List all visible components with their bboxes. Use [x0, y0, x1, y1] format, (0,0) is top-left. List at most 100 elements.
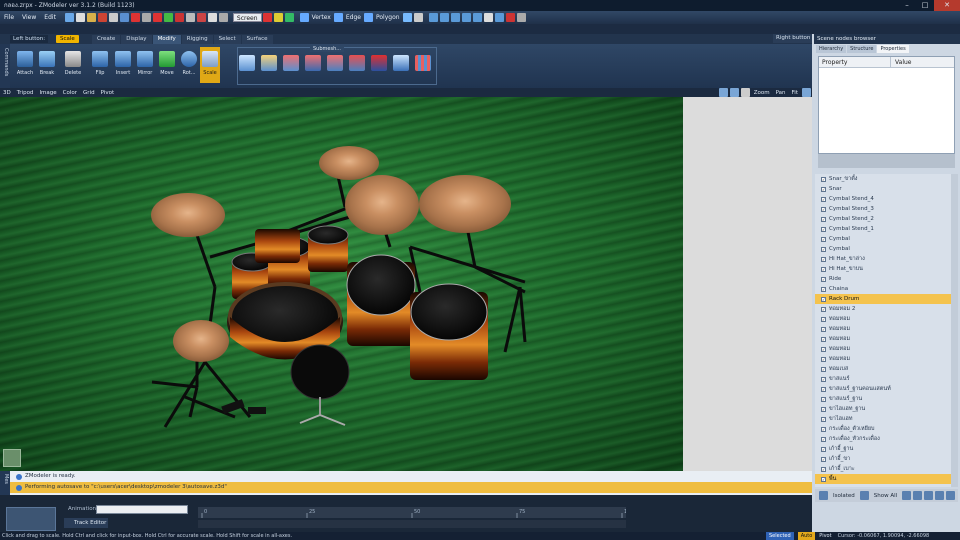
- scene-node-item[interactable]: ✓ ขาสแนร์: [815, 374, 951, 384]
- node-visibility-checkbox[interactable]: ✓: [821, 456, 826, 462]
- undo-history-icon[interactable]: [64, 13, 74, 22]
- coord-system-select[interactable]: Screen: [232, 13, 262, 22]
- node-visibility-checkbox[interactable]: ✓: [821, 406, 826, 412]
- node-visibility-checkbox[interactable]: ✓: [821, 446, 826, 452]
- undo-icon[interactable]: [130, 13, 140, 22]
- submesh-tool-2-icon[interactable]: [261, 55, 277, 71]
- view-tool-3-icon[interactable]: [450, 13, 460, 22]
- axis-x-icon[interactable]: [262, 13, 272, 22]
- stop-icon[interactable]: [174, 13, 184, 22]
- viewport-3d[interactable]: [0, 97, 683, 471]
- view-light-icon[interactable]: [740, 88, 750, 97]
- tab-display[interactable]: Display: [121, 35, 152, 44]
- node-visibility-checkbox[interactable]: ✓: [821, 236, 826, 242]
- save-icon[interactable]: [108, 13, 118, 22]
- tab-surface[interactable]: Surface: [241, 35, 273, 44]
- tab-properties[interactable]: Properties: [877, 45, 909, 53]
- view-layout-icon[interactable]: [718, 88, 728, 97]
- viewport-pan-button[interactable]: Pan: [773, 90, 789, 96]
- timeline-ruler[interactable]: 0 25 50 75 100: [198, 507, 634, 518]
- node-visibility-checkbox[interactable]: ✓: [821, 376, 826, 382]
- scene-node-item[interactable]: ✓ กระเดื่อง_ตัวเหยียบ: [815, 424, 951, 434]
- open-file-icon[interactable]: [86, 13, 96, 22]
- submesh-tool-7-icon[interactable]: [371, 55, 387, 71]
- scene-node-item[interactable]: ✓ Rack Drum: [815, 294, 951, 304]
- play-controls[interactable]: [6, 507, 56, 531]
- viewport-grid-button[interactable]: Grid: [80, 90, 98, 96]
- node-visibility-checkbox[interactable]: ✓: [821, 216, 826, 222]
- vertex-mode-icon[interactable]: [299, 13, 309, 22]
- submesh-tool-5-icon[interactable]: [327, 55, 343, 71]
- submesh-tool-3-icon[interactable]: [283, 55, 299, 71]
- close-file-icon[interactable]: [97, 13, 107, 22]
- scene-node-item[interactable]: ✓ Hi Hat_ขาล่าง: [815, 254, 951, 264]
- cut-icon[interactable]: [196, 13, 206, 22]
- node-tool-2-icon[interactable]: [913, 491, 923, 500]
- node-visibility-checkbox[interactable]: ✓: [821, 476, 826, 482]
- edge-mode-icon[interactable]: [333, 13, 343, 22]
- pivot-mode-button[interactable]: Pivot: [819, 533, 831, 539]
- messages-side-tab[interactable]: Mes: [0, 471, 10, 495]
- break-button[interactable]: Break: [36, 47, 58, 83]
- tab-hierarchy[interactable]: Hierarchy: [816, 45, 847, 53]
- node-visibility-checkbox[interactable]: ✓: [821, 396, 826, 402]
- scene-node-item[interactable]: ✓ Cymbal Stend_3: [815, 204, 951, 214]
- properties-table[interactable]: [818, 56, 955, 154]
- paste-icon[interactable]: [207, 13, 217, 22]
- move-button[interactable]: Move: [156, 47, 178, 83]
- polygon-mode-button[interactable]: Polygon: [376, 14, 400, 21]
- submesh-tool-1-icon[interactable]: [239, 55, 255, 71]
- property-column-header[interactable]: Property: [819, 57, 891, 67]
- settings-icon[interactable]: [516, 13, 526, 22]
- new-file-icon[interactable]: [75, 13, 85, 22]
- maximize-button[interactable]: □: [916, 0, 934, 11]
- node-tool-1-icon[interactable]: [902, 491, 912, 500]
- node-visibility-checkbox[interactable]: ✓: [821, 366, 826, 372]
- viewport-fit-button[interactable]: Fit: [789, 90, 801, 96]
- scene-node-item[interactable]: ✓ ทอมทอม: [815, 324, 951, 334]
- tab-structure[interactable]: Structure: [847, 45, 877, 53]
- selection-filter-icon[interactable]: [413, 13, 423, 22]
- node-visibility-checkbox[interactable]: ✓: [821, 466, 826, 472]
- scene-node-item[interactable]: ✓ พื้น: [815, 474, 951, 484]
- viewport-menu-icon[interactable]: [802, 88, 811, 97]
- node-visibility-checkbox[interactable]: ✓: [821, 246, 826, 252]
- view-tool-5-icon[interactable]: [472, 13, 482, 22]
- view-tool-1-icon[interactable]: [428, 13, 438, 22]
- render-icon[interactable]: [163, 13, 173, 22]
- node-list-scrollbar[interactable]: [951, 174, 958, 487]
- viewport-tripod-button[interactable]: Tripod: [14, 90, 37, 96]
- value-column-header[interactable]: Value: [891, 57, 911, 67]
- node-visibility-checkbox[interactable]: ✓: [821, 426, 826, 432]
- viewport-zoom-button[interactable]: Zoom: [751, 90, 773, 96]
- scene-node-item[interactable]: ✓ ทอมทอม: [815, 354, 951, 364]
- insert-button[interactable]: Insert: [112, 47, 134, 83]
- scene-node-item[interactable]: ✓ Hi Hat_ขาบน: [815, 264, 951, 274]
- view-tool-7-icon[interactable]: [494, 13, 504, 22]
- redo-icon[interactable]: [141, 13, 151, 22]
- node-visibility-checkbox[interactable]: ✓: [821, 326, 826, 332]
- node-visibility-checkbox[interactable]: ✓: [821, 336, 826, 342]
- submesh-tool-8-icon[interactable]: [393, 55, 409, 71]
- node-tool-4-icon[interactable]: [935, 491, 945, 500]
- scene-node-item[interactable]: ✓ ขาสแนร์_ฐาน: [815, 394, 951, 404]
- node-visibility-checkbox[interactable]: ✓: [821, 196, 826, 202]
- node-visibility-checkbox[interactable]: ✓: [821, 206, 826, 212]
- mirror-button[interactable]: Mirror: [134, 47, 156, 83]
- commands-side-tab[interactable]: Commands: [0, 44, 10, 88]
- submesh-tool-6-icon[interactable]: [349, 55, 365, 71]
- node-visibility-checkbox[interactable]: ✓: [821, 276, 826, 282]
- tab-modify[interactable]: Modify: [152, 35, 181, 44]
- polygon-mode-icon[interactable]: [363, 13, 373, 22]
- node-visibility-checkbox[interactable]: ✓: [821, 436, 826, 442]
- scene-node-item[interactable]: ✓ Cymbal Stend_4: [815, 194, 951, 204]
- attach-button[interactable]: Attach: [14, 47, 36, 83]
- submesh-tool-4-icon[interactable]: [305, 55, 321, 71]
- animation-select[interactable]: [96, 505, 188, 514]
- node-tool-3-icon[interactable]: [924, 491, 934, 500]
- scene-node-item[interactable]: ✓ Snar_ขาตั้ง: [815, 174, 951, 184]
- tab-select[interactable]: Select: [213, 35, 241, 44]
- scene-node-item[interactable]: ✓ ขาไฮแฮท: [815, 414, 951, 424]
- node-visibility-checkbox[interactable]: ✓: [821, 266, 826, 272]
- rotate-button[interactable]: Rot...: [178, 47, 200, 83]
